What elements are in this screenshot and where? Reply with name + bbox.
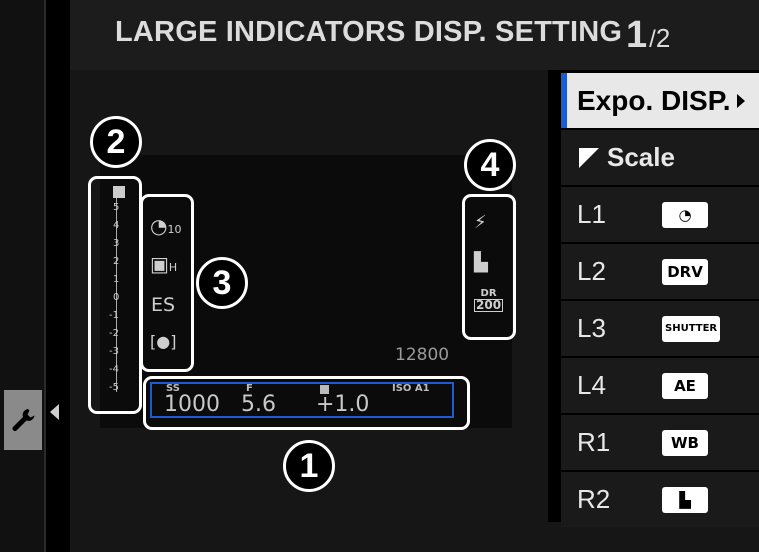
callout-1: 1: [283, 440, 335, 492]
scale-label: 4: [113, 220, 120, 231]
metering-icon: [●]: [150, 332, 177, 351]
ae-badge: AE: [662, 372, 708, 399]
film-simulation-icon: ▙: [662, 486, 708, 513]
menu-item-label: R1: [577, 427, 611, 457]
menu-item-r1[interactable]: R1 WB: [561, 415, 759, 470]
scale-label: -4: [109, 364, 119, 375]
scale-label: 5: [113, 202, 120, 213]
page-current: 1: [626, 14, 648, 56]
menu-item-label: R2: [577, 484, 611, 514]
menu-item-label: L2: [577, 256, 606, 286]
flash-icon: ⚡: [474, 212, 487, 233]
page-total: 2: [655, 23, 671, 53]
menu-item-label: Scale: [607, 142, 675, 172]
drive-badge: DRV: [662, 258, 708, 285]
menu-item-label: L4: [577, 370, 606, 400]
chevron-right-icon: [736, 93, 745, 108]
exposure-comp-icon: [113, 186, 125, 198]
wrench-icon: [12, 409, 35, 431]
iso-label: ISO A1: [392, 383, 430, 394]
callout-box-4: [462, 194, 516, 340]
callout-2: 2: [90, 116, 142, 168]
menu-item-l4[interactable]: L4 AE: [561, 358, 759, 413]
ss-value: 1000: [164, 392, 220, 417]
menu-item-r2[interactable]: R2 ▙: [561, 472, 759, 527]
timer-subscript: 10: [167, 223, 182, 236]
menu-item-l2[interactable]: L2 DRV: [561, 244, 759, 299]
menu-item-expo-disp[interactable]: Expo. DISP.: [561, 73, 759, 128]
scale-label: 0: [113, 292, 120, 303]
page-separator: /: [649, 26, 656, 53]
scale-label: -1: [109, 310, 119, 321]
left-rail: [0, 0, 44, 552]
menu-item-l3[interactable]: L3 SHUTTER: [561, 301, 759, 356]
dynamic-range-icon: DR 200: [474, 288, 504, 312]
shutter-badge: SHUTTER: [662, 315, 721, 342]
callout-3: 3: [196, 257, 248, 309]
drive-subscript: H: [168, 261, 178, 274]
shutter-type: ES: [151, 294, 176, 316]
dr-value: 200: [474, 298, 504, 312]
iso-readout: 12800: [395, 345, 450, 365]
scale-label: 3: [113, 238, 120, 249]
menu-item-label: Expo. DISP.: [577, 84, 731, 116]
callout-4: 4: [464, 139, 516, 191]
left-arrow-icon[interactable]: [50, 404, 59, 420]
scale-label: 2: [113, 256, 120, 267]
exposure-comp-icon: [579, 147, 599, 168]
self-timer-icon: ◔: [662, 201, 708, 228]
scale-label: -2: [109, 328, 119, 339]
setup-tab[interactable]: [4, 390, 42, 450]
f-value: 5.6: [241, 392, 276, 417]
drive-mode-icon: ▣H: [150, 252, 178, 276]
self-timer-icon: ◔10: [150, 214, 182, 238]
wb-badge: WB: [662, 429, 708, 456]
page-indicator: 1/2: [626, 14, 670, 57]
menu-item-scale[interactable]: Scale: [561, 130, 759, 185]
menu-item-label: L3: [577, 313, 606, 343]
scale-label: -5: [109, 382, 119, 393]
page-title: LARGE INDICATORS DISP. SETTING: [115, 16, 623, 48]
comp-value: +1.0: [316, 392, 370, 417]
scale-label: 1: [113, 274, 120, 285]
menu-item-l1[interactable]: L1 ◔: [561, 187, 759, 242]
menu-item-label: L1: [577, 199, 606, 229]
rail-divider: [44, 0, 46, 552]
scale-label: -3: [109, 346, 119, 357]
film-simulation-icon: ▙: [474, 252, 488, 273]
